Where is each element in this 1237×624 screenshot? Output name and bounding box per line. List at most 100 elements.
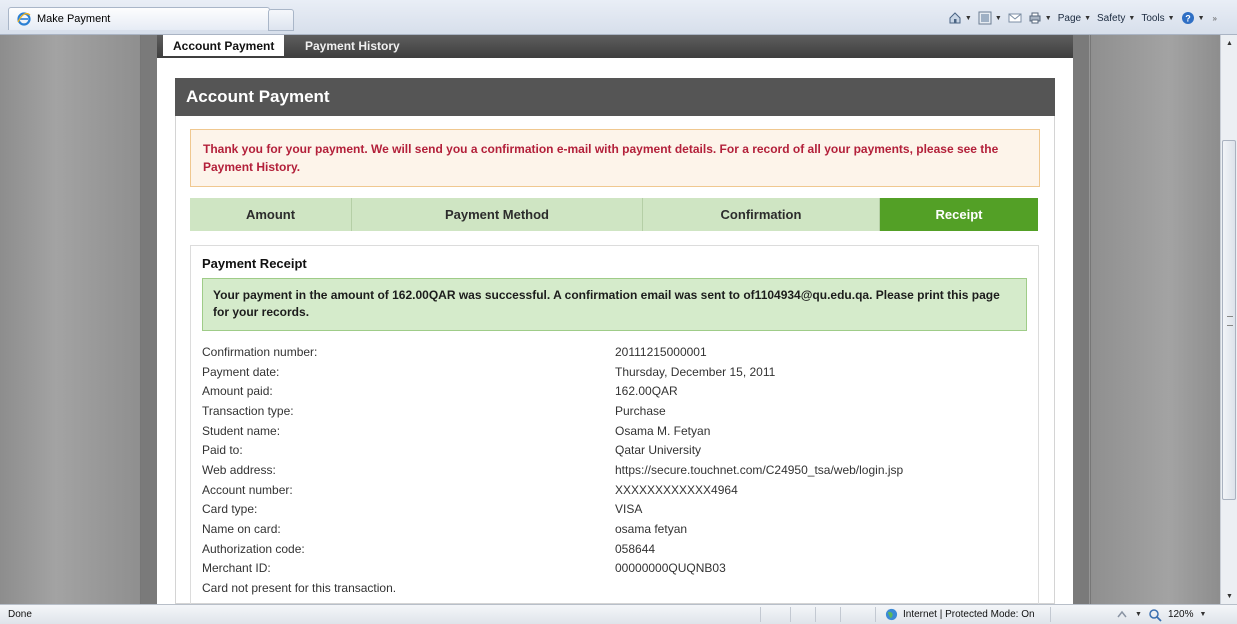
zoom-icon xyxy=(1149,608,1162,622)
printer-icon xyxy=(1029,12,1041,24)
row-label: Web address: xyxy=(202,462,276,477)
row-value: 20111215000001 xyxy=(615,344,707,359)
print-button[interactable]: ▼ xyxy=(1028,11,1052,25)
protected-mode-icon xyxy=(1117,610,1127,617)
receipt-title: Payment Receipt xyxy=(202,256,307,271)
step-payment-method: Payment Method xyxy=(352,198,643,231)
row-label: Account number: xyxy=(202,482,293,497)
security-zone[interactable]: Internet | Protected Mode: On xyxy=(885,605,1035,624)
mail-icon xyxy=(1008,13,1022,23)
row-value: Qatar University xyxy=(615,443,702,458)
safety-menu-label: Safety xyxy=(1097,12,1126,24)
row-value: Purchase xyxy=(615,403,666,418)
row-value: Thursday, December 15, 2011 xyxy=(615,364,776,379)
step-confirmation: Confirmation xyxy=(643,198,880,231)
help-menu[interactable]: ? ▼ xyxy=(1181,11,1205,25)
row-label: Payment date: xyxy=(202,364,280,379)
receipt-row: Amount paid: 162.00QAR xyxy=(202,381,1022,401)
chevron-down-icon[interactable]: ▼ xyxy=(1135,611,1142,618)
receipt-row: Payment date: Thursday, December 15, 2011 xyxy=(202,362,1022,382)
right-background-panel xyxy=(1090,35,1220,604)
step-amount: Amount xyxy=(190,198,352,231)
receipt-row: Card not present for this transaction. xyxy=(202,578,1022,598)
page-menu-label: Page xyxy=(1057,12,1082,24)
scrollbar-thumb[interactable] xyxy=(1222,140,1236,500)
zoom-level: 120% xyxy=(1167,609,1194,620)
row-value: 058644 xyxy=(615,541,656,556)
receipt-row: Web address: https://secure.touchnet.com/… xyxy=(202,460,1022,480)
status-divider xyxy=(760,607,761,622)
left-background-panel xyxy=(0,35,141,604)
receipt-details: Confirmation number: 20111215000001 Payme… xyxy=(202,342,1022,598)
safety-menu[interactable]: Safety ▼ xyxy=(1097,13,1135,24)
receipt-row: Confirmation number: 20111215000001 xyxy=(202,342,1022,362)
browser-tab-title: Make Payment xyxy=(37,13,111,25)
receipt-row: Transaction type: Purchase xyxy=(202,401,1022,421)
scroll-up-icon[interactable]: ▲ xyxy=(1221,35,1237,51)
receipt-row: Student name: Osama M. Fetyan xyxy=(202,421,1022,441)
row-label: Authorization code: xyxy=(202,541,305,556)
scrollbar-grip-icon xyxy=(1227,316,1233,326)
thank-you-notice: Thank you for your payment. We will send… xyxy=(190,129,1040,187)
row-label: Student name: xyxy=(202,423,281,438)
more-commands-button[interactable]: » xyxy=(1213,14,1217,23)
receipt-row: Paid to: Qatar University xyxy=(202,440,1022,460)
help-icon: ? xyxy=(1181,12,1194,24)
home-button[interactable]: ▼ xyxy=(948,11,972,25)
zoom-control[interactable]: ▼ 120% ▼ xyxy=(1115,605,1206,624)
zoom-dropdown-icon[interactable]: ▼ xyxy=(1200,611,1207,618)
row-value: 162.00QAR xyxy=(615,384,678,399)
scroll-down-icon[interactable]: ▼ xyxy=(1221,588,1237,604)
command-bar: ▼ ▼ ▼ Page ▼ Safety ▼ Tools ▼ ? ▼ » xyxy=(948,8,1217,28)
tab-account-payment[interactable]: Account Payment xyxy=(163,35,285,56)
progress-steps: Amount Payment Method Confirmation Recei… xyxy=(190,198,1038,231)
row-label: Card not present for this transaction. xyxy=(202,581,397,596)
home-icon xyxy=(949,12,961,24)
browser-tab[interactable]: Make Payment xyxy=(8,7,270,30)
receipt-panel: Payment Receipt Your payment in the amou… xyxy=(190,245,1039,604)
page-tabs: Account Payment Payment History xyxy=(157,35,1073,58)
receipt-row: Card type: VISA xyxy=(202,500,1022,520)
receipt-row: Account number: XXXXXXXXXXXX4964 xyxy=(202,480,1022,500)
receipt-row: Name on card: osama fetyan xyxy=(202,519,1022,539)
tools-menu-label: Tools xyxy=(1141,12,1165,24)
tools-menu[interactable]: Tools ▼ xyxy=(1141,13,1174,24)
new-tab-button[interactable] xyxy=(268,9,294,31)
browser-toolbar: Make Payment ▼ ▼ ▼ Page ▼ Safety ▼ Tools… xyxy=(0,0,1237,35)
tab-payment-history[interactable]: Payment History xyxy=(295,35,410,56)
status-text: Done xyxy=(8,609,32,620)
status-divider xyxy=(790,607,791,622)
row-value: XXXXXXXXXXXX4964 xyxy=(615,482,738,497)
status-divider xyxy=(1050,607,1051,622)
receipt-row: Merchant ID: 00000000QUQNB03 xyxy=(202,559,1022,579)
globe-icon xyxy=(885,608,898,621)
receipt-row: Authorization code: 058644 xyxy=(202,539,1022,559)
row-label: Name on card: xyxy=(202,522,281,537)
row-label: Paid to: xyxy=(202,443,243,458)
step-receipt: Receipt xyxy=(880,198,1038,231)
row-label: Confirmation number: xyxy=(202,344,318,359)
row-value: VISA xyxy=(615,502,643,517)
row-label: Card type: xyxy=(202,502,258,517)
feeds-button[interactable]: ▼ xyxy=(978,11,1002,25)
row-value: Osama M. Fetyan xyxy=(615,423,711,438)
status-divider xyxy=(840,607,841,622)
page-viewport: Account Payment Payment History Account … xyxy=(0,35,1220,604)
status-divider xyxy=(815,607,816,622)
page-menu[interactable]: Page ▼ xyxy=(1058,13,1091,24)
row-label: Merchant ID: xyxy=(202,561,271,576)
success-message: Your payment in the amount of 162.00QAR … xyxy=(202,278,1027,331)
row-label: Amount paid: xyxy=(202,384,273,399)
status-divider xyxy=(875,607,876,622)
vertical-scrollbar[interactable]: ▲ ▼ xyxy=(1220,35,1237,604)
internet-explorer-icon xyxy=(17,12,31,26)
mail-button[interactable] xyxy=(1008,11,1022,25)
page-content: Account Payment Thank you for your payme… xyxy=(157,58,1073,604)
row-value: 00000000QUQNB03 xyxy=(615,561,726,576)
security-zone-label: Internet | Protected Mode: On xyxy=(903,609,1035,620)
row-value: https://secure.touchnet.com/C24950_tsa/w… xyxy=(615,462,904,477)
status-bar: Done Internet | Protected Mode: On ▼ 120… xyxy=(0,604,1237,624)
feeds-icon xyxy=(978,11,992,25)
page-title: Account Payment xyxy=(175,78,1055,116)
row-value: osama fetyan xyxy=(615,522,688,537)
